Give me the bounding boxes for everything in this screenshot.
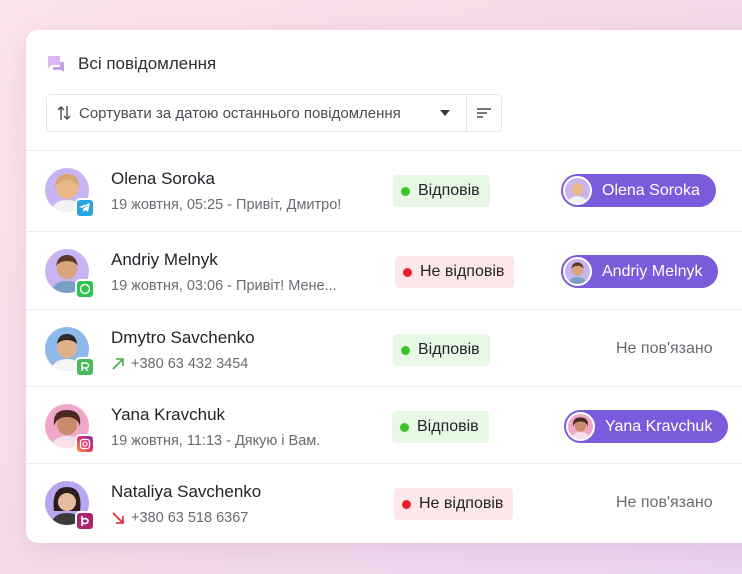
avatar: [45, 481, 95, 531]
last-message: 19 жовтня, 03:06 - Привіт! Мене...: [111, 278, 337, 294]
linked-contact-name: Olena Soroka: [602, 181, 700, 199]
avatar: [566, 412, 595, 441]
last-message: 19 жовтня, 05:25 - Привіт, Дмитро!: [111, 197, 342, 213]
avatar: [45, 168, 95, 218]
header: Всі повідомлення: [46, 54, 216, 74]
status-badge: Відповів: [393, 334, 490, 366]
avatar: [563, 176, 592, 205]
not-linked-label: Не пов'язано: [616, 340, 713, 357]
caret-down-icon[interactable]: [436, 95, 454, 131]
contact-name: Olena Soroka: [111, 169, 215, 188]
outgoing-call-arrow-icon: [112, 358, 124, 370]
filter-lines-icon: [477, 108, 491, 118]
sort-select[interactable]: Сортувати за датою останнього повідомлен…: [47, 95, 436, 131]
messages-card: Всі повідомлення Сортувати за датою оста…: [26, 30, 742, 543]
not-linked-label: Не пов'язано: [616, 494, 713, 511]
status-badge: Не відповів: [394, 488, 514, 520]
instagram-icon: [75, 434, 95, 454]
sort-arrows-icon: [57, 106, 71, 120]
filter-button[interactable]: [466, 95, 501, 131]
contact-name: Andriy Melnyk: [111, 250, 218, 269]
conversation-row[interactable]: Nataliya Savchenko +380 63 518 6367 Не в…: [26, 463, 742, 540]
status-badge: Відповів: [393, 175, 490, 207]
status-badge: Відповів: [392, 411, 489, 443]
contact-name: Yana Kravchuk: [111, 405, 226, 424]
contact-name: Nataliya Savchenko: [111, 482, 262, 501]
phone-number: +380 63 432 3454: [111, 356, 248, 372]
ringostat-icon: [75, 357, 95, 377]
avatar: [45, 249, 95, 299]
avatar: [45, 327, 95, 377]
whatsapp-icon: [75, 279, 95, 299]
contact-name: Dmytro Savchenko: [111, 328, 255, 347]
sort-dropdown[interactable]: Сортувати за датою останнього повідомлен…: [46, 94, 502, 132]
conversation-row[interactable]: Olena Soroka 19 жовтня, 05:25 - Привіт, …: [26, 150, 742, 227]
binotel-icon: [75, 511, 95, 531]
conversation-row[interactable]: Dmytro Savchenko +380 63 432 3454 Відпов…: [26, 309, 742, 386]
phone-number: +380 63 518 6367: [111, 510, 248, 526]
conversation-row[interactable]: Andriy Melnyk 19 жовтня, 03:06 - Привіт!…: [26, 231, 742, 308]
last-message: 19 жовтня, 11:13 - Дякую і Вам.: [111, 433, 321, 449]
linked-contact-button[interactable]: Yana Kravchuk: [564, 410, 729, 443]
chat-bubbles-icon: [48, 56, 64, 72]
sort-label: Сортувати за датою останнього повідомлен…: [79, 104, 401, 122]
incoming-call-arrow-icon: [112, 512, 124, 524]
linked-contact-button[interactable]: Andriy Melnyk: [561, 255, 719, 288]
avatar: [45, 404, 95, 454]
linked-contact-name: Andriy Melnyk: [602, 262, 703, 280]
linked-contact-name: Yana Kravchuk: [605, 417, 713, 435]
page-title: Всі повідомлення: [78, 54, 217, 73]
telegram-icon: [75, 198, 95, 218]
linked-contact-button[interactable]: Olena Soroka: [561, 174, 716, 207]
avatar: [563, 257, 592, 286]
status-badge: Не відповів: [395, 256, 515, 288]
conversation-row[interactable]: Yana Kravchuk 19 жовтня, 11:13 - Дякую і…: [26, 386, 742, 463]
